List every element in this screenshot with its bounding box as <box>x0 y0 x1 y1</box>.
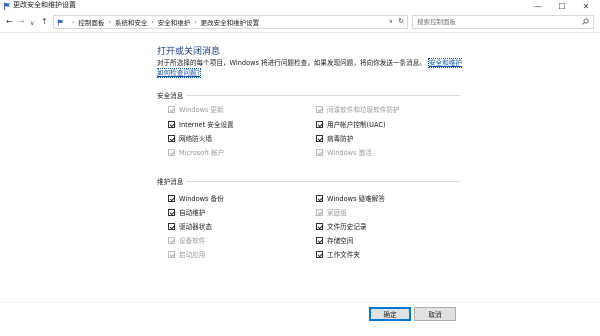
breadcrumb-system-security[interactable]: 系统和安全 <box>115 17 148 27</box>
breadcrumb-security-maintenance[interactable]: 安全和维护 <box>158 17 191 27</box>
checkbox-network-firewall[interactable]: 网络防火墙 <box>168 133 212 143</box>
checkbox-icon[interactable] <box>316 222 323 230</box>
cancel-button[interactable]: 取消 <box>414 307 456 321</box>
checkbox-microsoft-account[interactable]: Microsoft 帐户 <box>168 147 224 157</box>
checkbox-icon[interactable] <box>316 148 323 156</box>
breadcrumb-separator-icon: › <box>194 18 197 26</box>
breadcrumb-current[interactable]: 更改安全和维护设置 <box>201 17 260 27</box>
checkbox-icon[interactable] <box>168 208 175 216</box>
page-title: 打开或关闭消息 <box>157 47 221 57</box>
checkbox-label: Windows 备份 <box>179 195 224 203</box>
checkbox-label: Microsoft 帐户 <box>179 149 225 157</box>
checkbox-label: 网络防火墙 <box>179 135 212 143</box>
checkbox-label: 文件历史记录 <box>327 223 367 231</box>
breadcrumb-control-panel[interactable]: 控制面板 <box>78 17 104 27</box>
close-button[interactable]: ✕ <box>576 0 596 12</box>
checkbox-windows-activation[interactable]: Windows 激活 <box>316 147 372 157</box>
checkbox-file-history[interactable]: 文件历史记录 <box>316 221 367 231</box>
checkbox-internet-security[interactable]: Internet 安全设置 <box>168 119 234 129</box>
maximize-button[interactable]: ☐ <box>552 0 572 12</box>
checkbox-storage-spaces[interactable]: 存储空间 <box>316 235 353 245</box>
security-heading: 安全消息 <box>157 92 184 100</box>
checkbox-icon[interactable] <box>168 194 175 202</box>
checkbox-label: 自动维护 <box>179 209 206 217</box>
footer-divider <box>0 302 600 303</box>
checkbox-icon[interactable] <box>168 105 175 113</box>
toolbar-divider <box>0 32 600 33</box>
forward-button[interactable]: → <box>18 17 25 27</box>
checkbox-label: 驱动器状态 <box>179 223 212 231</box>
checkbox-label: Windows 激活 <box>327 149 372 157</box>
checkbox-icon[interactable] <box>168 236 175 244</box>
window-title: 更改安全和维护设置 <box>13 1 76 9</box>
control-panel-flag-icon <box>57 18 64 26</box>
checkbox-icon[interactable] <box>316 105 323 113</box>
flag-icon <box>4 2 10 10</box>
breadcrumb-separator-icon: › <box>108 18 111 26</box>
checkbox-label: 工作文件夹 <box>327 251 360 259</box>
checkbox-device-software[interactable]: 设备软件 <box>168 235 205 245</box>
intro-text: 对于所选择的每个项目，Windows 将进行问题检查，如果发现问题，将向你发送一… <box>157 58 467 78</box>
checkbox-icon[interactable] <box>316 250 323 258</box>
address-bar: ← → ∨ ↑ › 控制面板 › 系统和安全 › 安全和维护 › 更改安全和维护… <box>0 12 600 32</box>
checkbox-icon[interactable] <box>168 120 175 128</box>
checkbox-automatic-maintenance[interactable]: 自动维护 <box>168 207 205 217</box>
checkbox-icon[interactable] <box>316 120 323 128</box>
refresh-icon[interactable]: ↻ <box>398 17 404 25</box>
checkbox-windows-troubleshooting[interactable]: Windows 疑难解答 <box>316 193 385 203</box>
breadcrumb[interactable]: › 控制面板 › 系统和安全 › 安全和维护 › 更改安全和维护设置 ∨ ↻ <box>53 15 408 29</box>
checkbox-label: 间谍软件和垃圾软件防护 <box>327 106 400 114</box>
recent-locations-button[interactable]: ∨ <box>30 19 34 29</box>
breadcrumb-separator-icon: › <box>151 18 154 26</box>
checkbox-label: 设备软件 <box>179 237 206 245</box>
checkbox-icon[interactable] <box>168 222 175 230</box>
up-button[interactable]: ↑ <box>41 17 48 27</box>
checkbox-icon[interactable] <box>316 194 323 202</box>
checkbox-icon[interactable] <box>316 134 323 142</box>
checkbox-label: 存储空间 <box>327 237 354 245</box>
checkbox-label: 用户帐户控制(UAC) <box>327 121 386 129</box>
checkbox-icon[interactable] <box>168 250 175 258</box>
checkbox-homegroup[interactable]: 家庭组 <box>316 207 347 217</box>
checkbox-label: 家庭组 <box>327 209 347 217</box>
checkbox-icon[interactable] <box>316 208 323 216</box>
search-icon[interactable] <box>582 18 589 25</box>
checkbox-windows-update[interactable]: Windows 更新 <box>168 104 224 114</box>
section-divider <box>186 95 460 96</box>
checkbox-icon[interactable] <box>168 134 175 142</box>
checkbox-windows-backup[interactable]: Windows 备份 <box>168 193 224 203</box>
checkbox-label: 病毒防护 <box>327 135 354 143</box>
intro-description: 对于所选择的每个项目，Windows 将进行问题检查，如果发现问题，将向你发送一… <box>157 59 426 67</box>
section-divider <box>186 181 460 182</box>
checkbox-label: Internet 安全设置 <box>179 121 234 129</box>
checkbox-virus-protection[interactable]: 病毒防护 <box>316 133 353 143</box>
checkbox-drive-status[interactable]: 驱动器状态 <box>168 221 212 231</box>
title-bar: 更改安全和维护设置 — ☐ ✕ <box>0 0 600 12</box>
search-input[interactable] <box>412 15 594 29</box>
checkbox-uac[interactable]: 用户帐户控制(UAC) <box>316 119 386 129</box>
address-dropdown-icon[interactable]: ∨ <box>389 18 393 25</box>
checkbox-label: 启动应用 <box>179 251 206 259</box>
checkbox-label: Windows 疑难解答 <box>327 195 385 203</box>
checkbox-icon[interactable] <box>316 236 323 244</box>
breadcrumb-separator-icon: › <box>72 18 75 26</box>
checkbox-label: Windows 更新 <box>179 106 224 114</box>
back-button[interactable]: ← <box>6 17 13 27</box>
checkbox-icon[interactable] <box>168 148 175 156</box>
checkbox-startup-apps[interactable]: 启动应用 <box>168 249 205 259</box>
checkbox-spyware-protection[interactable]: 间谍软件和垃圾软件防护 <box>316 104 400 114</box>
ok-button[interactable]: 确定 <box>369 307 411 321</box>
checkbox-work-folders[interactable]: 工作文件夹 <box>316 249 360 259</box>
minimize-button[interactable]: — <box>528 0 548 12</box>
maintenance-heading: 维护消息 <box>157 178 184 186</box>
